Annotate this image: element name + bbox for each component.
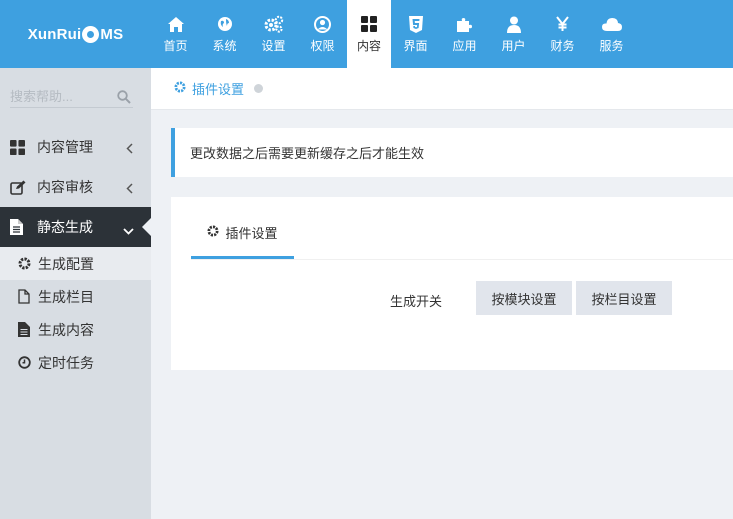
logo-text-suffix: MS	[100, 25, 124, 43]
user-icon	[506, 14, 521, 34]
nav-label: 用户	[501, 39, 526, 53]
search-icon[interactable]	[117, 90, 131, 107]
sidebar-item-content-management[interactable]: 内容管理	[0, 127, 151, 167]
chevron-left-icon	[126, 181, 133, 197]
sidebar-subitem-generate-columns[interactable]: 生成栏目	[0, 280, 151, 313]
sidebar-submenu: 生成配置 生成栏目 生成内容 定时任务	[0, 247, 151, 379]
module-settings-button[interactable]: 按模块设置	[476, 281, 572, 315]
html5-icon	[408, 14, 423, 34]
clock-icon	[18, 356, 32, 369]
nav-label: 设置	[261, 39, 286, 53]
sidebar-subitem-label: 生成配置	[38, 255, 94, 272]
gear-icon	[174, 81, 186, 96]
nav-item-interface[interactable]: 界面	[391, 0, 440, 68]
file-icon	[10, 219, 28, 235]
nav-label: 首页	[163, 39, 188, 53]
sidebar-menu: 内容管理 内容审核 静态生成 生成配置 生成栏目 生成内容 定时任务	[0, 127, 152, 379]
nav-item-system[interactable]: 系统	[200, 0, 249, 68]
nav-item-settings[interactable]: 设置	[249, 0, 298, 68]
nav-label: 内容	[356, 39, 381, 53]
breadcrumb: 插件设置	[151, 68, 733, 110]
tab-label: 插件设置	[225, 226, 278, 241]
grid-icon	[10, 139, 28, 155]
globe-icon	[217, 14, 233, 34]
notice-banner: 更改数据之后需要更新缓存之后才能生效	[171, 128, 733, 177]
nav-label: 服务	[599, 39, 624, 53]
gear-icon	[18, 257, 32, 270]
nav-item-content[interactable]: 内容	[347, 0, 391, 68]
sidebar-item-label: 内容审核	[37, 179, 93, 195]
sidebar-subitem-scheduled-tasks[interactable]: 定时任务	[0, 346, 151, 379]
settings-card: 插件设置 生成开关 按模块设置 按栏目设置	[171, 197, 733, 370]
logo-drop-icon	[82, 25, 100, 43]
gears-icon	[264, 14, 284, 34]
top-navbar: XunRui MS 首页 系统 设置 权限 内容 界面 应用 用户 财务 服务	[0, 0, 733, 68]
sidebar-subitem-label: 生成内容	[38, 321, 94, 338]
logo-text-prefix: XunRui	[27, 25, 82, 43]
nav-label: 应用	[452, 39, 477, 53]
breadcrumb-link[interactable]: 插件设置	[192, 79, 244, 98]
column-settings-button[interactable]: 按栏目设置	[576, 281, 672, 315]
sidebar-subitem-label: 生成栏目	[38, 288, 94, 305]
cloud-icon	[601, 14, 622, 34]
gear-icon	[207, 225, 220, 237]
file-text-icon	[18, 322, 32, 337]
nav-label: 财务	[550, 39, 575, 53]
sidebar-subitem-generation-config[interactable]: 生成配置	[0, 247, 151, 280]
yen-icon	[556, 14, 569, 34]
grid-icon	[361, 14, 377, 34]
tab-divider	[191, 259, 733, 260]
nav-item-service[interactable]: 服务	[587, 0, 636, 68]
sidebar-item-static-generation[interactable]: 静态生成	[0, 207, 152, 247]
status-dot	[254, 84, 264, 93]
edit-icon	[10, 180, 28, 195]
nav-label: 界面	[403, 39, 428, 53]
sidebar-subitem-generate-content[interactable]: 生成内容	[0, 313, 151, 346]
logo[interactable]: XunRui MS	[0, 0, 151, 68]
search-input[interactable]: 搜索帮助...	[10, 86, 73, 105]
nav-label: 权限	[310, 39, 335, 53]
nav-item-users[interactable]: 用户	[489, 0, 538, 68]
notice-text: 更改数据之后需要更新缓存之后才能生效	[190, 146, 425, 161]
nav-label: 系统	[212, 39, 237, 53]
nav-item-finance[interactable]: 财务	[538, 0, 587, 68]
file-outline-icon	[18, 289, 32, 304]
home-icon	[167, 14, 184, 34]
sidebar-item-label: 静态生成	[37, 219, 93, 235]
sidebar-subitem-label: 定时任务	[38, 354, 94, 371]
sidebar: 搜索帮助... 内容管理 内容审核 静态生成 生成配置 生成栏目 生成内容 定时…	[0, 68, 152, 519]
sidebar-item-label: 内容管理	[37, 139, 93, 155]
user-circle-icon	[314, 14, 331, 34]
nav-item-apps[interactable]: 应用	[440, 0, 489, 68]
nav-item-permissions[interactable]: 权限	[298, 0, 347, 68]
nav-item-home[interactable]: 首页	[151, 0, 200, 68]
chevron-down-icon	[123, 222, 134, 238]
tab-plugin-settings[interactable]: 插件设置	[191, 223, 294, 259]
puzzle-icon	[456, 14, 473, 34]
sidebar-search[interactable]: 搜索帮助...	[10, 82, 133, 108]
chevron-left-icon	[126, 141, 133, 157]
main-nav: 首页 系统 设置 权限 内容 界面 应用 用户 财务 服务	[151, 0, 636, 68]
field-label: 生成开关	[390, 294, 443, 309]
sidebar-item-content-review[interactable]: 内容审核	[0, 167, 151, 207]
